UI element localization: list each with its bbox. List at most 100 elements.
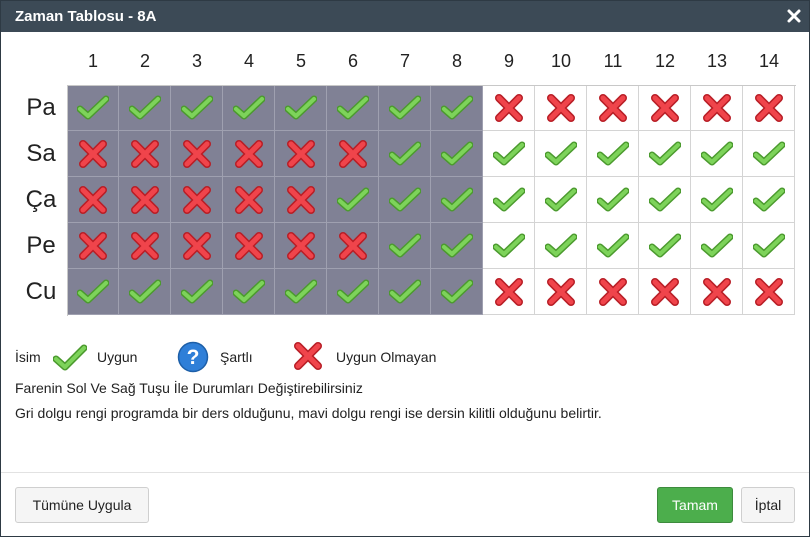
timetable-cell[interactable] xyxy=(67,223,119,269)
timetable-cell[interactable] xyxy=(171,85,223,131)
timetable-cell[interactable] xyxy=(639,269,691,315)
timetable-cell[interactable] xyxy=(171,269,223,315)
check-icon xyxy=(232,95,265,119)
timetable-cell[interactable] xyxy=(67,131,119,177)
check-icon xyxy=(440,95,473,119)
timetable-cell[interactable] xyxy=(587,177,639,223)
ok-button[interactable]: Tamam xyxy=(657,487,733,523)
timetable-cell[interactable] xyxy=(327,177,379,223)
timetable-cell[interactable] xyxy=(223,269,275,315)
timetable-cell[interactable] xyxy=(587,223,639,269)
timetable-cell[interactable] xyxy=(223,223,275,269)
timetable-cell[interactable] xyxy=(691,131,743,177)
timetable-cell[interactable] xyxy=(639,177,691,223)
cross-icon xyxy=(546,93,575,122)
timetable-cell[interactable] xyxy=(483,177,535,223)
check-icon xyxy=(232,279,265,303)
check-icon xyxy=(53,344,87,371)
column-header: 9 xyxy=(503,51,514,71)
timetable-cell[interactable] xyxy=(639,85,691,131)
column-header: 3 xyxy=(191,51,202,71)
timetable-cell[interactable] xyxy=(67,177,119,223)
column-header: 6 xyxy=(347,51,358,71)
timetable-cell[interactable] xyxy=(535,85,587,131)
timetable-cell[interactable] xyxy=(691,269,743,315)
timetable-cell[interactable] xyxy=(119,177,171,223)
timetable-cell[interactable] xyxy=(171,177,223,223)
timetable-cell[interactable] xyxy=(275,269,327,315)
timetable-cell[interactable] xyxy=(223,131,275,177)
timetable-cell[interactable] xyxy=(119,131,171,177)
check-icon xyxy=(544,233,577,257)
timetable-cell[interactable] xyxy=(691,223,743,269)
timetable-cell[interactable] xyxy=(483,223,535,269)
cancel-button[interactable]: İptal xyxy=(741,487,795,523)
timetable-cell[interactable] xyxy=(275,177,327,223)
timetable-cell[interactable] xyxy=(275,131,327,177)
timetable-cell[interactable] xyxy=(639,131,691,177)
timetable-cell[interactable] xyxy=(223,177,275,223)
timetable-cell[interactable] xyxy=(327,269,379,315)
cross-icon xyxy=(650,277,679,306)
timetable-cell[interactable] xyxy=(275,223,327,269)
check-icon xyxy=(128,95,161,119)
timetable-cell[interactable] xyxy=(587,85,639,131)
column-header: 4 xyxy=(243,51,254,71)
timetable-cell[interactable] xyxy=(327,85,379,131)
timetable-cell[interactable] xyxy=(535,269,587,315)
timetable-cell[interactable] xyxy=(691,177,743,223)
timetable-cell[interactable] xyxy=(743,177,795,223)
check-icon xyxy=(752,141,785,165)
timetable-cell[interactable] xyxy=(587,269,639,315)
timetable-cell[interactable] xyxy=(483,269,535,315)
timetable-cell[interactable] xyxy=(379,177,431,223)
close-icon[interactable] xyxy=(785,7,803,25)
timetable-cell[interactable] xyxy=(431,85,483,131)
timetable-cell[interactable] xyxy=(535,177,587,223)
timetable-cell[interactable] xyxy=(67,269,119,315)
timetable-cell[interactable] xyxy=(743,223,795,269)
timetable-cell[interactable] xyxy=(119,223,171,269)
timetable-cell[interactable] xyxy=(379,131,431,177)
row-header-day: Cu xyxy=(25,278,57,305)
timetable-cell[interactable] xyxy=(379,223,431,269)
timetable-cell[interactable] xyxy=(587,131,639,177)
timetable-cell[interactable] xyxy=(431,269,483,315)
timetable-cell[interactable] xyxy=(691,85,743,131)
check-icon xyxy=(76,279,109,303)
timetable-cell[interactable] xyxy=(431,223,483,269)
timetable-cell[interactable] xyxy=(379,269,431,315)
timetable-cell[interactable] xyxy=(67,85,119,131)
timetable-cell[interactable] xyxy=(535,131,587,177)
timetable-cell[interactable] xyxy=(275,85,327,131)
timetable-cell[interactable] xyxy=(223,85,275,131)
timetable-cell[interactable] xyxy=(535,223,587,269)
timetable-cell[interactable] xyxy=(431,177,483,223)
check-icon xyxy=(440,141,473,165)
legend-available-label: Uygun xyxy=(97,349,138,365)
timetable-cell[interactable] xyxy=(743,85,795,131)
timetable-cell[interactable] xyxy=(431,131,483,177)
check-icon xyxy=(440,187,473,211)
check-icon xyxy=(596,141,629,165)
timetable-cell[interactable] xyxy=(119,85,171,131)
timetable-cell[interactable] xyxy=(327,131,379,177)
timetable-cell[interactable] xyxy=(379,85,431,131)
timetable-cell[interactable] xyxy=(119,269,171,315)
check-icon xyxy=(700,233,733,257)
timetable-cell[interactable] xyxy=(327,223,379,269)
timetable-cell[interactable] xyxy=(743,269,795,315)
cross-icon xyxy=(754,93,783,122)
column-header: 14 xyxy=(758,51,780,71)
timetable-cell[interactable] xyxy=(171,131,223,177)
timetable-cell[interactable] xyxy=(171,223,223,269)
timetable-cell[interactable] xyxy=(483,85,535,131)
timetable-cell[interactable] xyxy=(639,223,691,269)
row-header-day: Ça xyxy=(25,186,57,213)
check-icon xyxy=(336,95,369,119)
timetable-cell[interactable] xyxy=(483,131,535,177)
check-icon xyxy=(284,279,317,303)
timetable-cell[interactable] xyxy=(743,131,795,177)
column-header: 13 xyxy=(706,51,728,71)
apply-all-button[interactable]: Tümüne Uygula xyxy=(15,487,149,523)
